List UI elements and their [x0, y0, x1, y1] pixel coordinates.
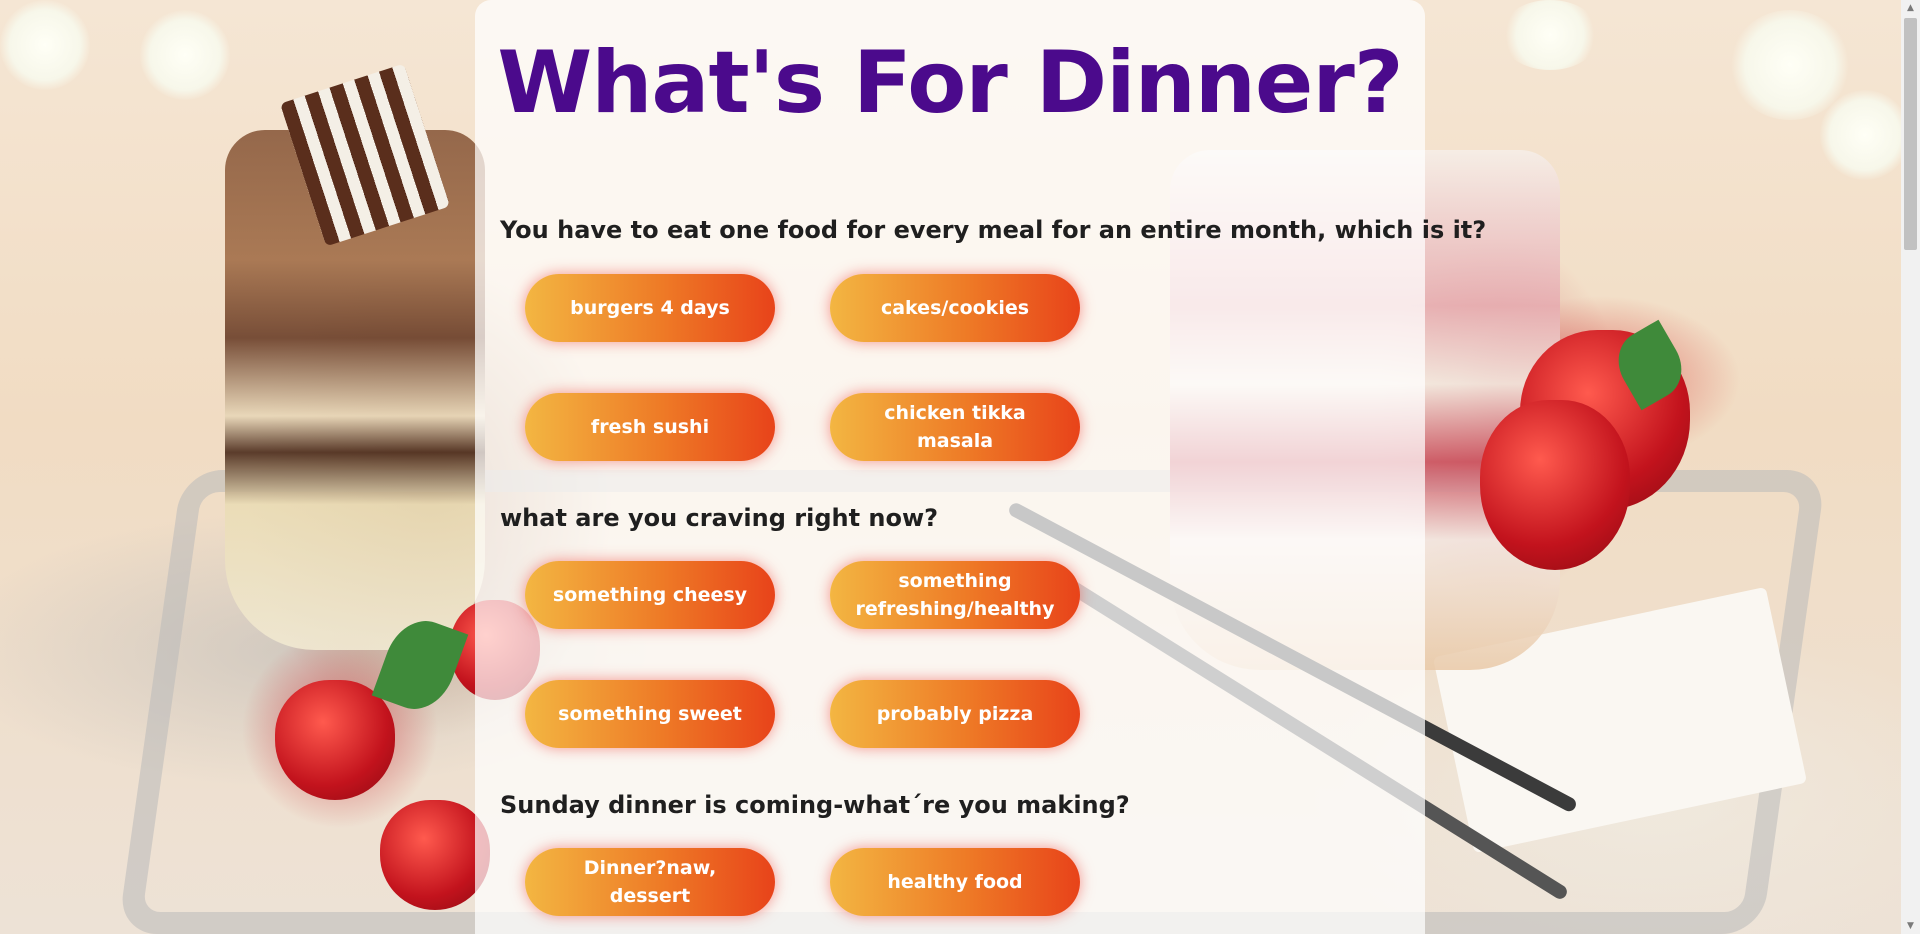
answer-button-burgers[interactable]: burgers 4 days	[525, 274, 775, 342]
answer-button-cakes-cookies[interactable]: cakes/cookies	[830, 274, 1080, 342]
raspberry-icon	[380, 800, 490, 910]
question-3-text: Sunday dinner is coming-what´re you maki…	[500, 791, 1130, 819]
answer-button-something-refreshing-healthy[interactable]: something refreshing/healthy	[830, 561, 1080, 629]
answer-button-probably-pizza[interactable]: probably pizza	[830, 680, 1080, 748]
answer-button-fresh-sushi[interactable]: fresh sushi	[525, 393, 775, 461]
answer-button-healthy-food[interactable]: healthy food	[830, 848, 1080, 916]
page-scrollbar[interactable]: ▲ ▼	[1901, 0, 1920, 934]
scrollbar-thumb[interactable]	[1904, 18, 1917, 250]
question-2-text: what are you craving right now?	[500, 504, 939, 532]
answer-button-dinner-naw-dessert[interactable]: Dinner?naw, dessert	[525, 848, 775, 916]
answer-button-something-sweet[interactable]: something sweet	[525, 680, 775, 748]
flower-icon	[0, 0, 90, 90]
scroll-up-arrow-icon[interactable]: ▲	[1901, 0, 1920, 16]
flower-icon	[140, 10, 230, 100]
flower-icon	[1500, 0, 1600, 70]
answer-button-something-cheesy[interactable]: something cheesy	[525, 561, 775, 629]
answer-button-chicken-tikka-masala[interactable]: chicken tikka masala	[830, 393, 1080, 461]
scroll-down-arrow-icon[interactable]: ▼	[1901, 918, 1920, 934]
question-1-text: You have to eat one food for every meal …	[500, 216, 1487, 244]
flower-icon	[1820, 90, 1901, 180]
strawberry-icon	[1480, 400, 1630, 570]
page-title: What's For Dinner?	[497, 33, 1403, 133]
raspberry-icon	[275, 680, 395, 800]
